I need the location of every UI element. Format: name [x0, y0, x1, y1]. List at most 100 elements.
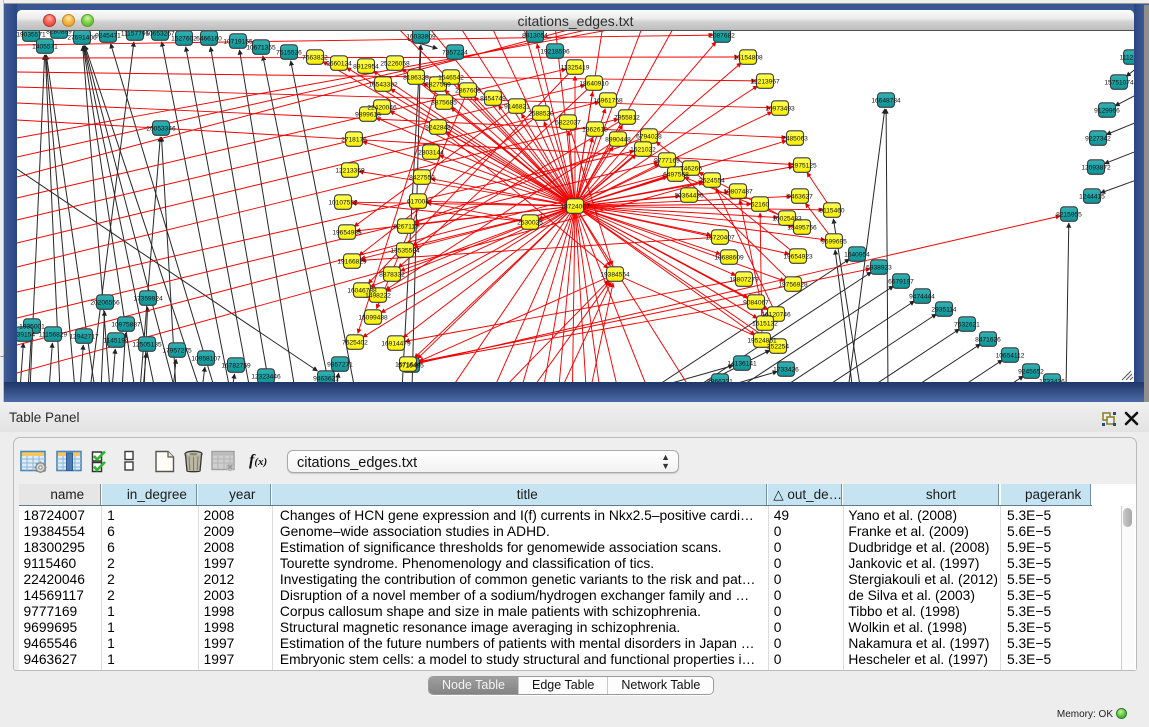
svg-text:18495756: 18495756: [787, 225, 817, 232]
svg-text:617004: 617004: [407, 199, 429, 206]
svg-text:16782759: 16782759: [221, 363, 251, 370]
svg-text:1546542: 1546542: [438, 75, 464, 82]
svg-text:20053346: 20053346: [146, 126, 176, 133]
svg-text:10671355: 10671355: [246, 45, 276, 52]
svg-text:10958107: 10958107: [191, 356, 221, 363]
svg-text:16543382: 16543382: [368, 82, 398, 89]
svg-text:22420046: 22420046: [367, 105, 397, 112]
svg-text:9115460: 9115460: [819, 208, 845, 215]
svg-text:7955812: 7955812: [614, 115, 640, 122]
svg-text:16033809: 16033809: [406, 34, 436, 41]
svg-text:9463621: 9463621: [313, 376, 339, 383]
svg-text:8215955: 8215955: [1056, 212, 1082, 219]
svg-text:16648784: 16648784: [871, 98, 901, 105]
svg-text:1733426: 1733426: [773, 367, 799, 374]
svg-text:17359924: 17359924: [133, 296, 163, 303]
svg-text:9699695: 9699695: [821, 239, 847, 246]
svg-text:3875685: 3875685: [431, 100, 457, 107]
svg-text:1621022: 1621022: [630, 147, 656, 154]
svg-text:9245652: 9245652: [1018, 369, 1044, 376]
svg-text:9777169: 9777169: [654, 158, 680, 165]
svg-text:10107552: 10107552: [328, 200, 358, 207]
svg-text:12213967: 12213967: [750, 79, 780, 86]
svg-text:1615132: 1615132: [752, 321, 778, 328]
svg-text:13535594: 13535594: [390, 248, 420, 255]
svg-text:8427552: 8427552: [409, 175, 435, 182]
svg-text:19654923: 19654923: [783, 254, 813, 261]
svg-text:16120746: 16120746: [761, 312, 791, 319]
svg-text:10688609: 10688609: [714, 255, 744, 262]
svg-text:1935001: 1935001: [19, 324, 45, 331]
svg-text:9129966: 9129966: [1094, 108, 1120, 115]
svg-text:16099488: 16099488: [358, 315, 388, 322]
svg-text:7485063: 7485063: [782, 136, 808, 143]
svg-text:8454749: 8454749: [480, 96, 506, 103]
svg-text:6794028: 6794028: [636, 134, 662, 141]
svg-text:10025483: 10025483: [772, 216, 802, 223]
svg-text:10973493: 10973493: [765, 106, 795, 113]
svg-text:1527602: 1527602: [171, 36, 197, 43]
svg-text:16961758: 16961758: [593, 98, 623, 105]
svg-text:1498222: 1498222: [365, 293, 391, 300]
svg-text:252254: 252254: [767, 344, 789, 351]
svg-text:25226058: 25226058: [380, 61, 410, 68]
svg-text:18724007: 18724007: [560, 204, 590, 211]
svg-text:2588520: 2588520: [528, 111, 554, 118]
svg-text:12505135: 12505135: [132, 342, 162, 349]
svg-text:9227342: 9227342: [1085, 136, 1111, 143]
svg-text:19384554: 19384554: [600, 272, 630, 279]
svg-text:7632621: 7632621: [954, 322, 980, 329]
svg-text:8912954: 8912954: [353, 64, 379, 71]
svg-text:9474444: 9474444: [909, 294, 935, 301]
svg-text:6497568: 6497568: [663, 172, 689, 179]
svg-text:12213369: 12213369: [335, 168, 365, 175]
svg-text:939154: 939154: [17, 332, 35, 339]
svg-text:12323446: 12323446: [251, 374, 281, 381]
svg-text:18807279: 18807279: [729, 277, 759, 284]
svg-text:9899618: 9899618: [355, 112, 381, 119]
svg-text:62160: 62160: [751, 202, 770, 209]
svg-text:6466160: 6466160: [196, 36, 222, 43]
svg-text:20206556: 20206556: [90, 300, 120, 307]
svg-text:15751074: 15751074: [1104, 80, 1134, 87]
svg-text:9146821: 9146821: [504, 104, 530, 111]
svg-text:7625402: 7625402: [342, 340, 368, 347]
svg-text:1362615: 1362615: [582, 127, 608, 134]
svg-text:2803144: 2803144: [418, 150, 444, 157]
svg-text:2087682: 2087682: [709, 33, 735, 40]
svg-text:8878332: 8878332: [379, 272, 405, 279]
svg-text:19166829: 19166829: [337, 259, 367, 266]
svg-text:9660124: 9660124: [326, 61, 352, 68]
svg-text:746266: 746266: [680, 166, 702, 173]
svg-text:9245471: 9245471: [95, 33, 121, 40]
svg-text:19218596: 19218596: [540, 49, 570, 56]
svg-text:8813054: 8813054: [522, 33, 548, 40]
svg-text:6679197: 6679197: [888, 279, 914, 286]
svg-text:5822037: 5822037: [555, 120, 581, 127]
svg-text:19035571: 19035571: [17, 32, 46, 39]
svg-text:12942717: 12942717: [69, 334, 99, 341]
svg-text:8990448: 8990448: [605, 137, 631, 144]
svg-text:1405571: 1405571: [32, 44, 58, 51]
svg-text:9857271: 9857271: [327, 362, 353, 369]
svg-text:3624554: 3624554: [699, 178, 725, 185]
svg-text:10807487: 10807487: [723, 189, 753, 196]
svg-text:27691406: 27691406: [67, 35, 97, 42]
svg-text:11325419: 11325419: [561, 65, 590, 72]
svg-text:2935114: 2935114: [931, 307, 957, 314]
svg-text:2718176: 2718176: [341, 137, 367, 144]
svg-text:19654985: 19654985: [332, 230, 362, 237]
svg-text:1244415: 1244415: [1079, 194, 1105, 201]
svg-text:1112295: 1112295: [1120, 55, 1134, 62]
svg-text:19756928: 19756928: [778, 282, 808, 289]
svg-text:2867608: 2867608: [455, 88, 481, 95]
svg-text:8267113: 8267113: [393, 224, 419, 231]
svg-text:9827509: 9827509: [425, 82, 451, 89]
svg-text:12093872: 12093872: [1081, 165, 1111, 172]
svg-text:15720407: 15720407: [705, 235, 735, 242]
svg-text:8186328: 8186328: [403, 75, 429, 82]
svg-text:16154808: 16154808: [733, 55, 763, 62]
svg-text:17957275: 17957275: [162, 348, 192, 355]
svg-text:16914479: 16914479: [381, 341, 411, 348]
svg-text:18640910: 18640910: [579, 81, 609, 88]
